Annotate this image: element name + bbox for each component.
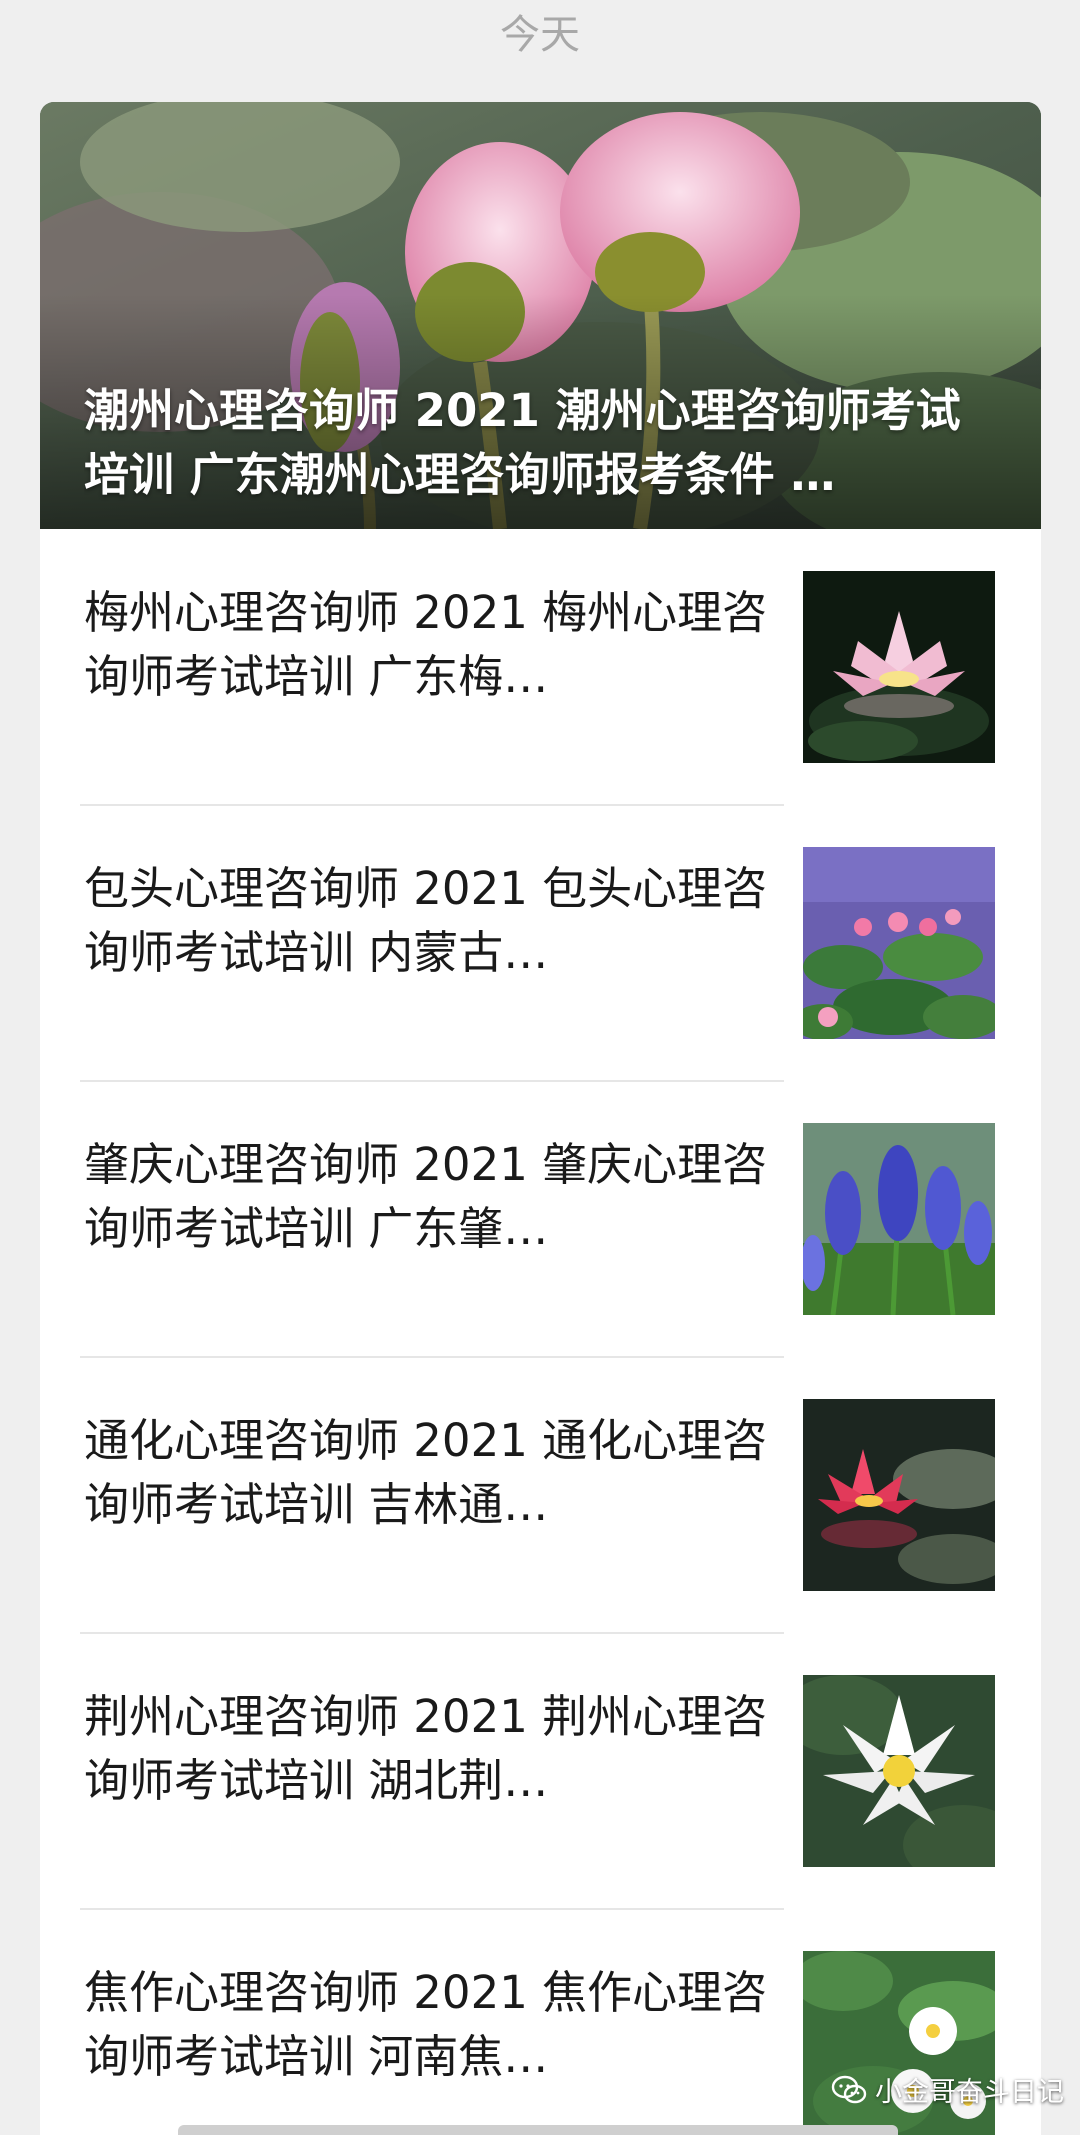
- article-title: 荆州心理咨询师 2021 荆州心理咨询师考试培训 湖北荆…: [84, 1690, 768, 1807]
- watermark: 小金哥奋斗日记: [831, 2070, 1064, 2109]
- red-water-lily-image: [803, 1399, 995, 1591]
- article-title: 焦作心理咨询师 2021 焦作心理咨询师考试培训 河南焦…: [84, 1966, 768, 2083]
- hero-article[interactable]: 潮州心理咨询师 2021 潮州心理咨询师考试培训 广东潮州心理咨询师报考条件 …: [40, 102, 1041, 529]
- list-item[interactable]: 包头心理咨询师 2021 包头心理咨询师考试培训 内蒙古…: [40, 805, 1041, 1082]
- wechat-icon: [831, 2075, 867, 2103]
- scrollbar[interactable]: [178, 2125, 898, 2135]
- list-item[interactable]: 通化心理咨询师 2021 通化心理咨询师考试培训 吉林通…: [40, 1357, 1041, 1634]
- article-title: 包头心理咨询师 2021 包头心理咨询师考试培训 内蒙古…: [84, 862, 768, 979]
- list-item[interactable]: 梅州心理咨询师 2021 梅州心理咨询师考试培训 广东梅…: [40, 529, 1041, 806]
- article-title: 梅州心理咨询师 2021 梅州心理咨询师考试培训 广东梅…: [84, 586, 768, 703]
- article-card: 潮州心理咨询师 2021 潮州心理咨询师考试培训 广东潮州心理咨询师报考条件 ……: [40, 102, 1041, 2135]
- message-page: 今天 潮州心理咨询师 2021 潮州心理咨询师考试培训 广东潮州心理咨询师报考条…: [0, 0, 1080, 2135]
- lotus-pond-image: [803, 847, 995, 1039]
- pink-water-lily-image: [803, 571, 995, 763]
- hero-title: 潮州心理咨询师 2021 潮州心理咨询师考试培训 广东潮州心理咨询师报考条件 …: [84, 384, 961, 501]
- list-item[interactable]: 肇庆心理咨询师 2021 肇庆心理咨询师考试培训 广东肇…: [40, 1081, 1041, 1358]
- date-label: 今天: [500, 12, 580, 58]
- article-title: 肇庆心理咨询师 2021 肇庆心理咨询师考试培训 广东肇…: [84, 1138, 768, 1255]
- white-water-lily-image: [803, 1675, 995, 1867]
- grape-hyacinth-image: [803, 1123, 995, 1315]
- article-title: 通化心理咨询师 2021 通化心理咨询师考试培训 吉林通…: [84, 1414, 768, 1531]
- watermark-text: 小金哥奋斗日记: [875, 2077, 1064, 2108]
- list-item[interactable]: 荆州心理咨询师 2021 荆州心理咨询师考试培训 湖北荆…: [40, 1633, 1041, 1910]
